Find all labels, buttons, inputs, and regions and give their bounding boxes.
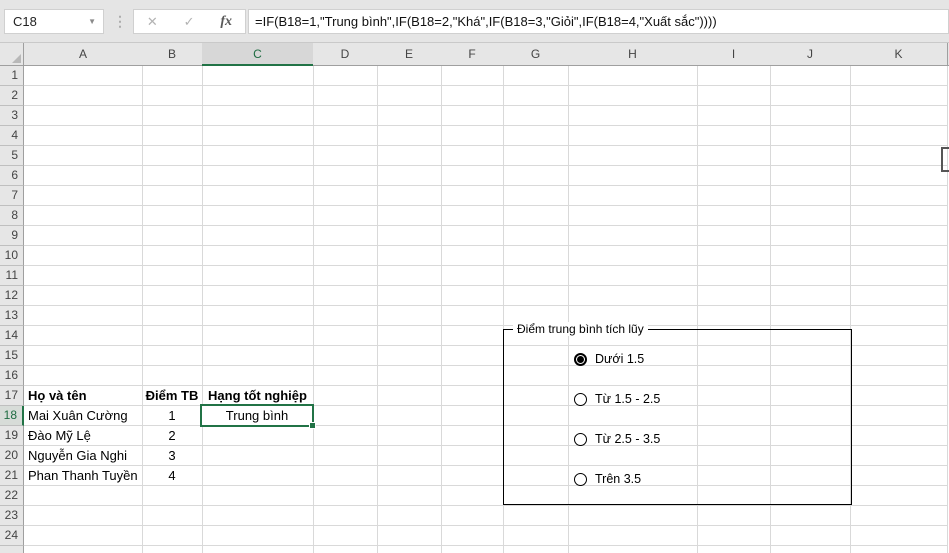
enter-icon[interactable]: ✓ <box>184 14 195 30</box>
selected-cell-value: Trung bình <box>225 408 289 423</box>
select-all-triangle-icon <box>12 54 21 63</box>
cell-A19[interactable]: Đào Mỹ Lệ <box>24 426 142 446</box>
chevron-down-icon[interactable]: ▼ <box>88 17 103 26</box>
row-header-16[interactable]: 16 <box>0 366 24 386</box>
row-header-10[interactable]: 10 <box>0 246 24 266</box>
radio-option-label: Trên 3.5 <box>595 472 642 486</box>
row-header-12[interactable]: 12 <box>0 286 24 306</box>
radio-option-4[interactable]: Trên 3.5 <box>574 471 641 487</box>
cancel-icon[interactable]: ✕ <box>147 14 158 30</box>
formula-buttons: ✕ ✓ fx <box>133 9 246 34</box>
column-header-K[interactable]: K <box>850 43 948 66</box>
row-header-9[interactable]: 9 <box>0 226 24 246</box>
column-header-F[interactable]: F <box>441 43 504 66</box>
cell-A21[interactable]: Phan Thanh Tuyền <box>24 466 142 486</box>
insert-function-icon[interactable]: fx <box>220 14 232 30</box>
grip-dots-icon: ⋮ <box>113 13 127 29</box>
name-box-value: C18 <box>13 14 37 29</box>
cell-A18[interactable]: Mai Xuân Cường <box>24 406 142 426</box>
radio-option-3[interactable]: Từ 2.5 - 3.5 <box>574 431 660 447</box>
column-header-B[interactable]: B <box>142 43 203 66</box>
row-header-22[interactable]: 22 <box>0 486 24 506</box>
row-header-18[interactable]: 18 <box>0 406 24 426</box>
row-header-3[interactable]: 3 <box>0 106 24 126</box>
column-header-C[interactable]: C <box>202 43 314 66</box>
row-header-19[interactable]: 19 <box>0 426 24 446</box>
radio-option-label: Dưới 1.5 <box>595 352 645 366</box>
selected-cell-C18[interactable]: Trung bình <box>200 404 316 429</box>
row-header-21[interactable]: 21 <box>0 466 24 486</box>
radio-selected-icon <box>574 352 587 366</box>
row-header-14[interactable]: 14 <box>0 326 24 346</box>
cell-B21[interactable]: 4 <box>142 466 202 486</box>
offscreen-object-edge <box>941 147 949 172</box>
column-header-G[interactable]: G <box>503 43 569 66</box>
row-header-11[interactable]: 11 <box>0 266 24 286</box>
row-header-5[interactable]: 5 <box>0 146 24 166</box>
radio-unselected-icon <box>574 392 587 406</box>
select-all-corner[interactable] <box>0 43 24 66</box>
row-header-24[interactable]: 24 <box>0 526 24 546</box>
column-header-E[interactable]: E <box>377 43 442 66</box>
radio-unselected-icon <box>574 472 587 486</box>
row-header-7[interactable]: 7 <box>0 186 24 206</box>
group-box-title: Điểm trung bình tích lũy <box>513 322 648 336</box>
formula-bar: C18 ▼ ⋮ ✕ ✓ fx =IF(B18=1,"Trung bình",IF… <box>0 0 949 43</box>
row-header-1[interactable]: 1 <box>0 66 24 86</box>
name-box[interactable]: C18 ▼ <box>4 9 104 34</box>
cell-B19[interactable]: 2 <box>142 426 202 446</box>
row-header-23[interactable]: 23 <box>0 506 24 526</box>
row-header-partial[interactable] <box>0 546 24 553</box>
excel-window: C18 ▼ ⋮ ✕ ✓ fx =IF(B18=1,"Trung bình",IF… <box>0 0 949 553</box>
radio-option-2[interactable]: Từ 1.5 - 2.5 <box>574 391 660 407</box>
column-header-H[interactable]: H <box>568 43 698 66</box>
cell-C17[interactable]: Hạng tốt nghiệp <box>202 386 313 406</box>
column-header-J[interactable]: J <box>770 43 851 66</box>
cell-A17[interactable]: Họ và tên <box>24 386 142 406</box>
cell-B17[interactable]: Điểm TB <box>142 386 202 406</box>
row-header-8[interactable]: 8 <box>0 206 24 226</box>
row-header-2[interactable]: 2 <box>0 86 24 106</box>
column-header-I[interactable]: I <box>697 43 771 66</box>
radio-option-label: Từ 1.5 - 2.5 <box>595 392 661 406</box>
column-header-D[interactable]: D <box>313 43 378 66</box>
row-header-17[interactable]: 17 <box>0 386 24 406</box>
group-box-diem-trung-binh: Điểm trung bình tích lũy Dưới 1.5 Từ 1.5 … <box>503 322 852 505</box>
row-header-4[interactable]: 4 <box>0 126 24 146</box>
cell-A20[interactable]: Nguyễn Gia Nghi <box>24 446 142 466</box>
radio-option-label: Từ 2.5 - 3.5 <box>595 432 661 446</box>
radio-unselected-icon <box>574 432 587 446</box>
formula-input[interactable]: =IF(B18=1,"Trung bình",IF(B18=2,"Khá",IF… <box>248 9 949 34</box>
cell-B20[interactable]: 3 <box>142 446 202 466</box>
radio-option-1[interactable]: Dưới 1.5 <box>574 351 644 367</box>
fill-handle[interactable] <box>309 422 316 429</box>
row-header-15[interactable]: 15 <box>0 346 24 366</box>
row-header-13[interactable]: 13 <box>0 306 24 326</box>
row-header-6[interactable]: 6 <box>0 166 24 186</box>
cell-B18[interactable]: 1 <box>142 406 202 426</box>
row-header-20[interactable]: 20 <box>0 446 24 466</box>
column-header-A[interactable]: A <box>24 43 143 66</box>
